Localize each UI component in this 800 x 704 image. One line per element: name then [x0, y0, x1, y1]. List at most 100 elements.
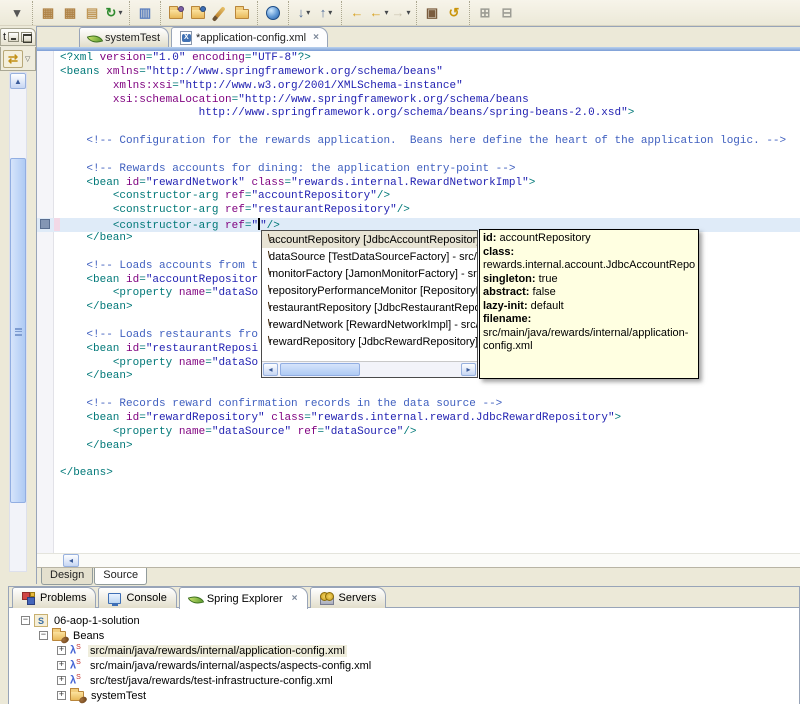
tree-item[interactable]: + λS src/test/java/rewards/test-infrastruc…: [9, 673, 799, 688]
editor-tab--application-config-xml[interactable]: X *application-config.xml ×: [171, 27, 328, 47]
bean-icon: [263, 304, 267, 311]
paintbrush-icon[interactable]: [209, 2, 231, 24]
tree-item[interactable]: + λS src/main/java/rewards/internal/aspect…: [9, 658, 799, 673]
assist-proposal[interactable]: accountRepository [JdbcAccountRepository…: [262, 231, 477, 248]
spring-config-file-icon: λS: [70, 643, 81, 657]
dropdown-arrow-icon[interactable]: ▾: [328, 8, 332, 17]
popup-scroll-left-button[interactable]: ◂: [263, 363, 278, 376]
refresh-icon[interactable]: ↻ ▾: [103, 2, 125, 24]
view-tab-spring-explorer[interactable]: Spring Explorer ×: [178, 587, 308, 609]
popup-horizontal-scrollbar[interactable]: ◂ ▸: [262, 361, 477, 377]
tree-item[interactable]: + systemTest: [9, 688, 799, 704]
bean-icon: [263, 270, 267, 277]
new-package-icon: ▤: [85, 4, 99, 20]
close-tab-icon[interactable]: ×: [313, 32, 319, 43]
expand-expander-icon[interactable]: +: [57, 691, 66, 700]
tooltip-field-value: rewards.internal.account.JdbcAccountRepo…: [483, 259, 695, 271]
assist-proposal[interactable]: restaurantRepository [JdbcRestaurantRepo…: [262, 299, 477, 316]
back-button: ←: [369, 4, 383, 20]
popup-scroll-right-button[interactable]: ▸: [461, 363, 476, 376]
code-line: <!-- Records reward confirmation records…: [86, 398, 503, 411]
scroll-up-button[interactable]: ▲: [10, 73, 26, 89]
previous-annotation-button[interactable]: ↑ ▾: [315, 2, 337, 24]
properties-form-icon[interactable]: ▥: [134, 2, 156, 24]
view-vertical-scrollbar[interactable]: ▲: [9, 72, 27, 572]
collapse-expander-icon[interactable]: −: [39, 631, 48, 640]
current-line-marker: [40, 219, 50, 230]
tree-item[interactable]: − Beans: [9, 628, 799, 645]
dropdown-arrow-icon[interactable]: ▾: [384, 8, 388, 17]
spring-explorer-tree[interactable]: − S 06-aop-1-solution − Beans + λS src/main/jav…: [9, 609, 799, 704]
open-type-icon[interactable]: ▦: [37, 2, 59, 24]
bottom-view-panel: Problems Console Spring Explorer × Servers −…: [8, 586, 800, 704]
view-tab-console[interactable]: Console: [98, 587, 177, 608]
toolbar-group: [160, 0, 257, 25]
open-type-hierarchy-icon[interactable]: ▦: [59, 2, 81, 24]
popup-scrollbar-thumb[interactable]: [280, 363, 360, 376]
overflow-dropdown-icon[interactable]: ▾: [6, 2, 28, 24]
page-tab-design[interactable]: Design: [41, 568, 94, 585]
assist-proposal[interactable]: rewardNetwork [RewardNetworkImpl] - src/…: [262, 316, 477, 333]
spring-config-file-icon: λS: [70, 673, 81, 687]
assist-proposal[interactable]: rewardRepository [JdbcRewardRepository] …: [262, 333, 477, 350]
assist-proposal[interactable]: repositoryPerformanceMonitor [Repository…: [262, 282, 477, 299]
import-folder-icon: [169, 6, 184, 19]
scrollbar-thumb[interactable]: [10, 158, 26, 503]
next-annotation-button[interactable]: ↓ ▾: [293, 2, 315, 24]
code-line: xmlns:xsi="http://www.w3.org/2001/XMLSch…: [112, 79, 463, 92]
config-set-icon: [70, 688, 88, 704]
web-browser-icon[interactable]: [262, 2, 284, 24]
expand-expander-icon[interactable]: +: [57, 661, 66, 670]
assist-proposal[interactable]: monitorFactory [JamonMonitorFactory] - s…: [262, 265, 477, 282]
open-folder-icon[interactable]: [231, 2, 253, 24]
open-type-hierarchy-icon: ▦: [63, 4, 77, 20]
assist-proposal[interactable]: dataSource [TestDataSourceFactory] - src…: [262, 248, 477, 265]
page-tab-source[interactable]: Source: [94, 568, 148, 585]
collapse-expander-icon[interactable]: −: [21, 616, 30, 625]
expand-expander-icon[interactable]: +: [57, 676, 66, 685]
open-type-icon: ▦: [41, 4, 55, 20]
code-line: <constructor-arg ref="restaurantReposito…: [112, 204, 410, 217]
code-line: </beans>: [60, 467, 113, 480]
editor-horizontal-scrollbar[interactable]: ◂: [37, 553, 800, 567]
collapse-all-button[interactable]: ⊟: [496, 2, 518, 24]
forward-button[interactable]: → ▾: [390, 2, 412, 24]
maximize-view-button[interactable]: [21, 32, 33, 43]
toolbar-group: ↓ ▾ ↑ ▾: [288, 0, 341, 25]
pin-editor-icon[interactable]: ▣: [421, 2, 443, 24]
view-tab-servers[interactable]: Servers: [309, 587, 387, 608]
import-folder-icon[interactable]: [165, 2, 187, 24]
dropdown-arrow-icon[interactable]: ▾: [306, 8, 310, 17]
toolbar-group: ⊞ ⊟: [469, 0, 522, 25]
tooltip-field: class:: [483, 245, 515, 258]
assist-proposal-label: accountRepository [JdbcAccountRepository…: [269, 233, 477, 246]
dropdown-arrow-icon[interactable]: ▾: [406, 8, 410, 17]
tree-item[interactable]: − S 06-aop-1-solution: [9, 613, 799, 628]
last-edit-location-button[interactable]: ←: [346, 2, 368, 24]
editor-tab-systemtest[interactable]: systemTest: [79, 27, 170, 47]
collapsed-view-tab[interactable]: t: [0, 28, 36, 46]
tree-item-label: Beans: [73, 629, 105, 642]
back-button[interactable]: ← ▾: [368, 2, 390, 24]
view-tab-label: Problems: [40, 592, 87, 604]
paintbrush-icon: [214, 6, 226, 19]
view-menu-chevron-icon[interactable]: ▽: [25, 55, 30, 63]
last-edit-location-button: ←: [350, 4, 364, 20]
expand-all-button[interactable]: ⊞: [474, 2, 496, 24]
link-with-editor-icon[interactable]: ⇄: [3, 49, 23, 68]
close-tab-icon[interactable]: ×: [292, 593, 298, 604]
collapsed-view-tab-label: t: [3, 31, 7, 43]
pin-editor-icon: ▣: [425, 4, 439, 20]
previous-annotation-button: ↑: [319, 4, 327, 20]
scroll-left-button[interactable]: ◂: [63, 554, 79, 567]
expand-expander-icon[interactable]: +: [57, 646, 66, 655]
dropdown-arrow-icon[interactable]: ▾: [118, 8, 122, 17]
tree-item[interactable]: + λS src/main/java/rewards/internal/applic…: [9, 643, 799, 658]
snippet-refresh-icon[interactable]: ↺: [443, 2, 465, 24]
view-tab-problems[interactable]: Problems: [12, 587, 97, 608]
export-folder-icon[interactable]: [187, 2, 209, 24]
minimize-view-button[interactable]: [8, 32, 20, 42]
new-package-icon[interactable]: ▤: [81, 2, 103, 24]
